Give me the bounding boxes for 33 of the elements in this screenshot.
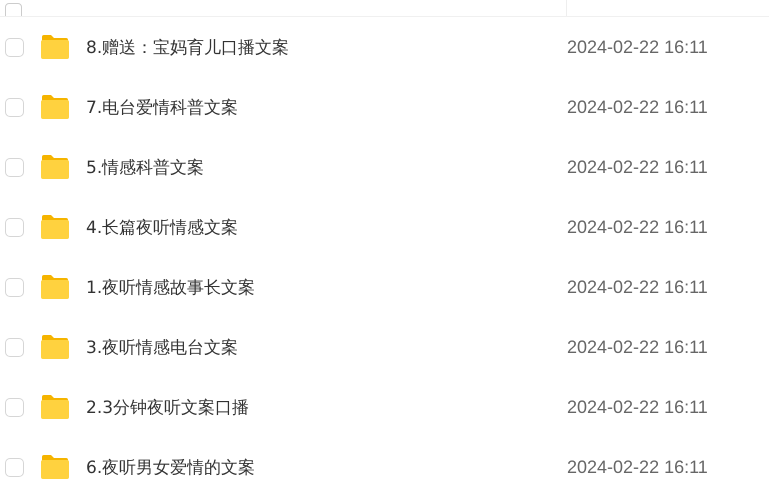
row-checkbox[interactable] <box>5 218 24 236</box>
modified-time: 2024-02-22 16:11 <box>567 336 708 358</box>
row-checkbox[interactable] <box>5 338 24 356</box>
file-name[interactable]: 8.赠送：宝妈育儿口播文案 <box>86 36 567 58</box>
row-checkbox[interactable] <box>5 398 24 416</box>
file-name[interactable]: 7.电台爱情科普文案 <box>86 96 567 118</box>
modified-time: 2024-02-22 16:11 <box>567 36 708 58</box>
folder-icon <box>40 454 70 480</box>
file-name[interactable]: 5.情感科普文案 <box>86 156 567 178</box>
file-name[interactable]: 4.长篇夜听情感文案 <box>86 216 567 238</box>
folder-icon <box>40 214 70 240</box>
modified-time: 2024-02-22 16:11 <box>567 396 708 418</box>
file-name[interactable]: 2.3分钟夜听文案口播 <box>86 396 567 418</box>
folder-icon <box>40 334 70 360</box>
modified-time: 2024-02-22 16:11 <box>567 456 708 478</box>
file-name[interactable]: 3.夜听情感电台文案 <box>86 336 567 358</box>
row-checkbox[interactable] <box>5 98 24 116</box>
select-all-checkbox[interactable] <box>5 3 22 16</box>
row-checkbox[interactable] <box>5 458 24 476</box>
modified-time: 2024-02-22 16:11 <box>567 276 708 298</box>
folder-icon <box>40 94 70 120</box>
row-checkbox[interactable] <box>5 278 24 296</box>
modified-time: 2024-02-22 16:11 <box>567 156 708 178</box>
folder-icon <box>40 394 70 420</box>
modified-time: 2024-02-22 16:11 <box>567 216 708 238</box>
modified-time: 2024-02-22 16:11 <box>567 96 708 118</box>
folder-icon <box>40 34 70 60</box>
file-name[interactable]: 6.夜听男女爱情的文案 <box>86 456 567 478</box>
row-checkbox[interactable] <box>5 38 24 56</box>
file-name[interactable]: 1.夜听情感故事长文案 <box>86 276 567 298</box>
row-checkbox[interactable] <box>5 158 24 176</box>
folder-icon <box>40 274 70 300</box>
folder-icon <box>40 154 70 180</box>
